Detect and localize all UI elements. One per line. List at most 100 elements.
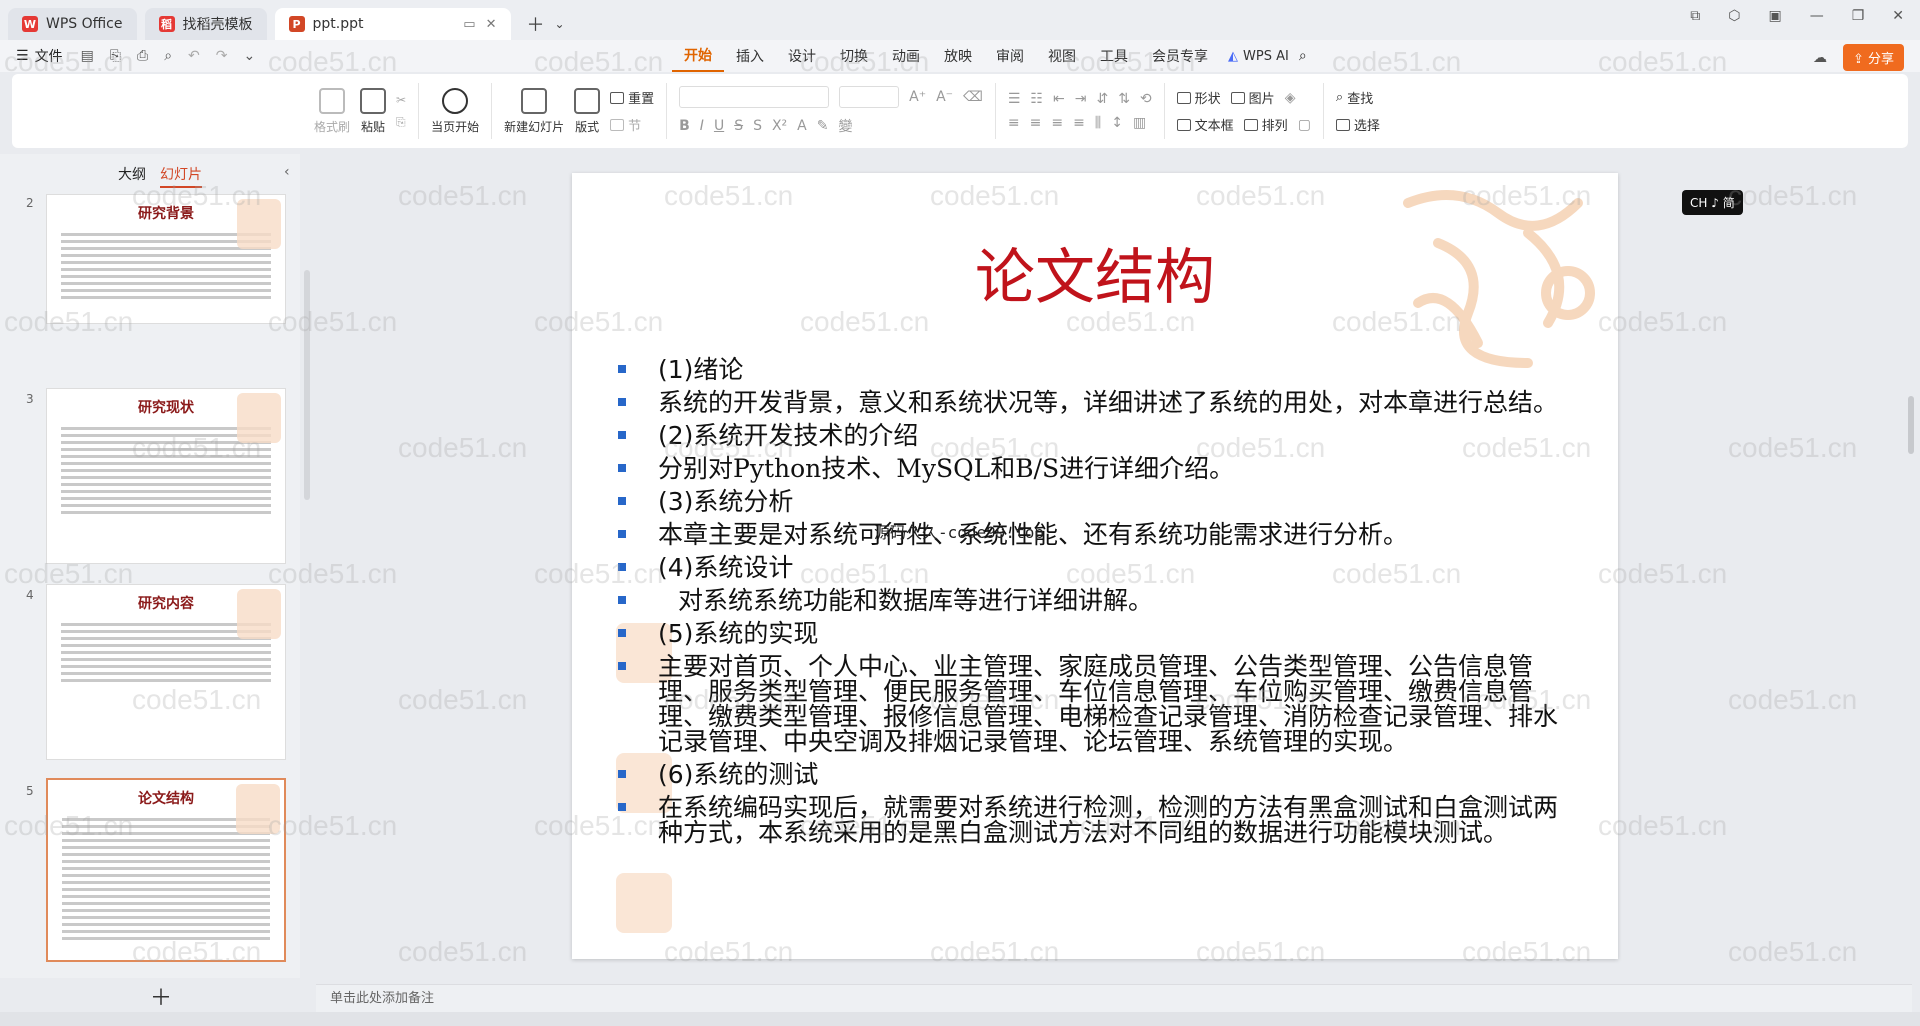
watermark: code51.cn xyxy=(1728,684,1858,715)
underline-icon[interactable]: U xyxy=(714,118,724,134)
convert-icon[interactable]: ⟲ xyxy=(1140,91,1152,107)
search-icon[interactable]: ⌕ xyxy=(1299,48,1307,64)
tab-wps-office[interactable]: W WPS Office xyxy=(8,8,137,40)
slide-thumbnail-3[interactable]: 研究现状 xyxy=(46,388,286,564)
justify-icon[interactable]: ≡ xyxy=(1073,115,1085,131)
tab-template[interactable]: 稻 找稻壳模板 xyxy=(144,8,267,40)
outline-icon[interactable]: ▢ xyxy=(1298,117,1311,133)
tab-member[interactable]: 会员专享 xyxy=(1140,40,1220,72)
font-family-select[interactable] xyxy=(679,86,830,108)
panel-scrollbar[interactable] xyxy=(304,270,310,500)
clear-format-icon[interactable]: ⌫ xyxy=(963,89,983,105)
format-painter-button[interactable]: 格式刷 xyxy=(314,87,350,135)
tab-transition[interactable]: 切换 xyxy=(828,40,880,72)
slide-title[interactable]: 论文结构 xyxy=(572,229,1618,316)
ime-indicator[interactable]: CH ♪ 简 xyxy=(1682,190,1743,215)
tab-ppt-file[interactable]: P ppt.ppt ▭ ✕ xyxy=(274,8,511,40)
cloud-upload-icon[interactable]: ☁ xyxy=(1813,50,1827,66)
new-tab-icon[interactable]: ＋ xyxy=(527,11,545,37)
cut-icon[interactable]: ✂ xyxy=(396,93,406,107)
tab-insert[interactable]: 插入 xyxy=(724,40,776,72)
char-spacing-icon[interactable]: 變 xyxy=(838,116,852,136)
bullet-list-icon[interactable]: ☰ xyxy=(1008,91,1021,107)
tab-animation[interactable]: 动画 xyxy=(880,40,932,72)
align-center-icon[interactable]: ≡ xyxy=(1030,115,1042,131)
new-slide-button[interactable]: 新建幻灯片 xyxy=(504,87,565,135)
bold-icon[interactable]: B xyxy=(679,118,690,134)
italic-icon[interactable]: I xyxy=(700,118,704,134)
shape-button[interactable]: 形状 xyxy=(1176,88,1221,107)
shrink-font-icon[interactable]: A⁻ xyxy=(936,89,953,105)
tab-slides[interactable]: 幻灯片 xyxy=(160,164,202,188)
add-slide-icon[interactable]: ＋ xyxy=(150,980,172,1012)
quick-more-icon[interactable]: ⌄ xyxy=(244,48,256,64)
arrange-button[interactable]: 排列 xyxy=(1243,115,1288,134)
select-button[interactable]: 选择 xyxy=(1335,115,1380,134)
file-menu[interactable]: ☰ 文件 xyxy=(16,46,63,66)
wps-ai-button[interactable]: ◭ WPS AI xyxy=(1228,49,1289,64)
paste-button[interactable]: 粘贴 xyxy=(360,87,387,135)
undo-icon[interactable]: ↶ xyxy=(188,48,200,64)
window-icon[interactable]: ▭ xyxy=(463,17,475,32)
collapse-panel-icon[interactable]: ‹ xyxy=(284,164,290,180)
export-icon[interactable]: ⎘ xyxy=(110,48,121,64)
tab-view[interactable]: 视图 xyxy=(1036,40,1088,72)
tab-home[interactable]: 开始 xyxy=(672,40,724,72)
superscript-icon[interactable]: X² xyxy=(772,118,787,134)
sort-icon[interactable]: ⇅ xyxy=(1118,91,1130,107)
fill-icon[interactable]: ◈ xyxy=(1285,90,1296,106)
align-right-icon[interactable]: ≡ xyxy=(1051,115,1063,131)
font-size-select[interactable] xyxy=(839,86,900,108)
tab-outline[interactable]: 大纲 xyxy=(118,164,146,188)
minimize-icon[interactable]: — xyxy=(1810,8,1824,24)
columns-icon[interactable]: ▥ xyxy=(1133,115,1146,131)
text-direction-icon[interactable]: ⇵ xyxy=(1096,91,1108,107)
grow-font-icon[interactable]: A⁺ xyxy=(909,89,926,105)
cube-icon[interactable]: ⬡ xyxy=(1728,8,1740,24)
slide-thumbnail-4[interactable]: 研究内容 xyxy=(46,584,286,760)
shadow-icon[interactable]: S xyxy=(753,118,762,134)
find-button[interactable]: ⌕ 查找 xyxy=(1336,88,1380,107)
tab-review[interactable]: 审阅 xyxy=(984,40,1036,72)
align-left-icon[interactable]: ≡ xyxy=(1008,115,1020,131)
section-button[interactable]: 节 xyxy=(610,115,654,134)
distribute-icon[interactable]: ⫼ xyxy=(1095,115,1101,131)
slide-canvas[interactable]: 论文结构 (1)绪论 系统的开发背景，意义和系统状况等，详细讲述了系统的用处，对… xyxy=(572,173,1618,959)
avatar[interactable]: ▣ xyxy=(1768,8,1781,24)
highlight-icon[interactable]: ✎ xyxy=(817,118,829,134)
decoration-image xyxy=(237,199,281,249)
slide-thumbnail-5[interactable]: 论文结构 xyxy=(46,778,286,962)
slide-scrollbar[interactable] xyxy=(1908,396,1914,454)
notes-area[interactable]: 单击此处添加备注 xyxy=(316,984,1912,1012)
strikethrough-icon[interactable]: S xyxy=(734,118,743,134)
numbered-list-icon[interactable]: ☷ xyxy=(1030,91,1043,107)
tab-tools[interactable]: 工具 xyxy=(1088,40,1140,72)
new-slide-label: 新建幻灯片 xyxy=(504,119,565,134)
line-spacing-icon[interactable]: ↕ xyxy=(1111,115,1123,131)
preview-icon[interactable]: ⌕ xyxy=(164,48,172,64)
tab-slideshow[interactable]: 放映 xyxy=(932,40,984,72)
print-icon[interactable]: ⎙ xyxy=(137,48,148,64)
textbox-button[interactable]: 文本框 xyxy=(1176,115,1234,134)
layout-icon[interactable]: ⧉ xyxy=(1690,8,1700,24)
close-window-icon[interactable]: ✕ xyxy=(1892,8,1904,24)
close-tab-icon[interactable]: ✕ xyxy=(486,17,497,32)
start-show-button[interactable]: 当页开始 xyxy=(431,87,479,135)
slide-thumbnail-2[interactable]: 研究背景 xyxy=(46,194,286,324)
redo-icon[interactable]: ↷ xyxy=(216,48,228,64)
save-icon[interactable]: ▤ xyxy=(81,48,94,64)
chevron-down-icon[interactable]: ⌄ xyxy=(555,17,565,31)
reset-button[interactable]: 重置 xyxy=(610,88,654,107)
picture-button[interactable]: 图片 xyxy=(1230,88,1275,107)
decrease-indent-icon[interactable]: ⇤ xyxy=(1053,91,1065,107)
increase-indent-icon[interactable]: ⇥ xyxy=(1075,91,1087,107)
font-color-icon[interactable]: A xyxy=(797,118,807,134)
restore-icon[interactable]: ❐ xyxy=(1852,8,1865,24)
copy-icon[interactable]: ⎘ xyxy=(396,115,406,130)
ribbon-tabs: 开始 插入 设计 切换 动画 放映 审阅 视图 工具 会员专享 ◭ WPS AI… xyxy=(672,40,1307,72)
layout-button[interactable]: 版式 xyxy=(574,87,601,135)
share-button[interactable]: ⇪ 分享 xyxy=(1842,44,1904,71)
slide-body[interactable]: (1)绪论 系统的开发背景，意义和系统状况等，详细讲述了系统的用处，对本章进行总… xyxy=(616,357,1568,853)
tab-design[interactable]: 设计 xyxy=(776,40,828,72)
shape-icon xyxy=(1176,91,1191,104)
